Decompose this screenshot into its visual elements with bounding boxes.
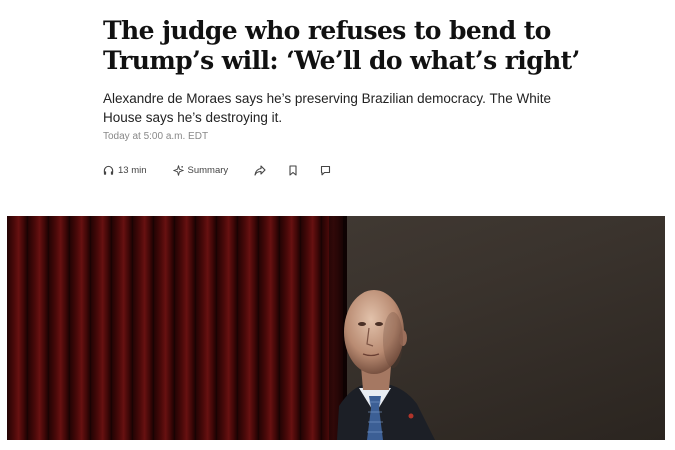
share-icon bbox=[254, 164, 266, 176]
bookmark-icon bbox=[289, 164, 297, 176]
publish-timestamp: Today at 5:00 a.m. EDT bbox=[103, 131, 209, 142]
hero-photo-illustration bbox=[7, 216, 665, 440]
share-button[interactable] bbox=[254, 164, 266, 176]
comment-icon bbox=[321, 165, 331, 175]
summary-button[interactable]: Summary bbox=[172, 164, 229, 176]
headline: The judge who refuses to bend to Trump’s… bbox=[103, 16, 580, 75]
article-dek: Alexandre de Moraes says he’s preserving… bbox=[103, 91, 551, 125]
listen-duration-label: 13 min bbox=[118, 164, 147, 176]
lapel-pin bbox=[408, 413, 414, 419]
comments-button[interactable] bbox=[320, 165, 331, 176]
listen-button[interactable]: 13 min bbox=[103, 165, 147, 176]
article-toolbar: 13 min Summary bbox=[103, 162, 331, 178]
hero-photo bbox=[7, 216, 665, 440]
sparkle-icon bbox=[172, 164, 184, 176]
save-button[interactable] bbox=[288, 164, 298, 176]
article-page: The judge who refuses to bend to Trump’s… bbox=[0, 0, 675, 450]
headphones-icon bbox=[103, 165, 114, 175]
summary-label: Summary bbox=[187, 164, 229, 176]
red-curtain bbox=[7, 216, 347, 440]
